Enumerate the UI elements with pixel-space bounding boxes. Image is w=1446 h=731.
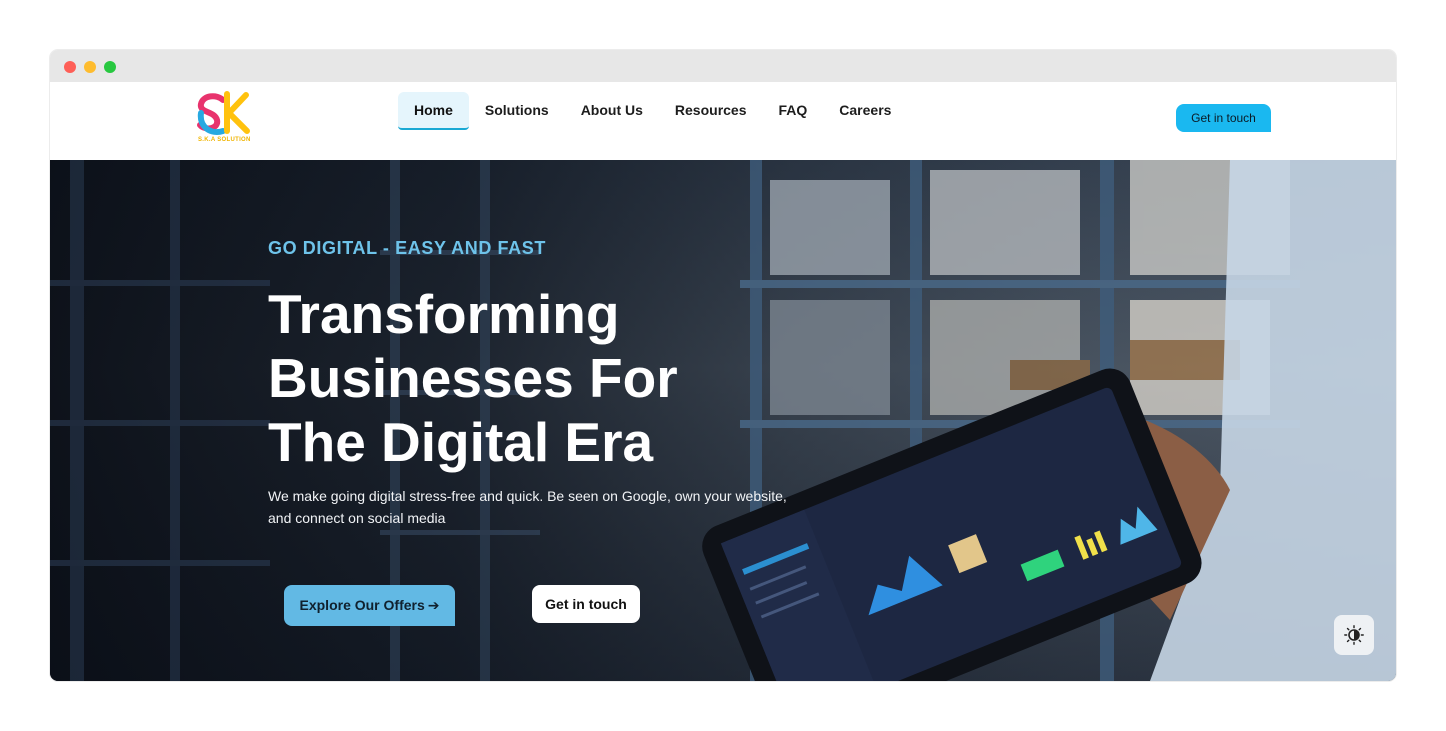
hero-subtext: We make going digital stress-free and qu… bbox=[268, 488, 787, 526]
nav-item-home[interactable]: Home bbox=[398, 92, 469, 130]
nav-item-solutions[interactable]: Solutions bbox=[469, 92, 565, 130]
get-in-touch-hero-button[interactable]: Get in touch bbox=[532, 585, 640, 623]
browser-window: S.K.A SOLUTION Home Solutions About Us R… bbox=[50, 50, 1396, 681]
nav-item-about-us[interactable]: About Us bbox=[565, 92, 659, 130]
maximize-window-dot[interactable] bbox=[104, 61, 116, 73]
hero-headline-line: The Digital Era bbox=[268, 411, 654, 473]
close-window-dot[interactable] bbox=[64, 61, 76, 73]
hero-headline: Transforming Businesses For The Digital … bbox=[268, 282, 788, 474]
site-navbar: S.K.A SOLUTION Home Solutions About Us R… bbox=[50, 82, 1396, 160]
nav-item-resources[interactable]: Resources bbox=[659, 92, 763, 130]
main-nav: Home Solutions About Us Resources FAQ Ca… bbox=[398, 92, 907, 130]
nav-item-faq[interactable]: FAQ bbox=[763, 92, 824, 130]
hero-section: GO DIGITAL - EASY AND FAST Transforming … bbox=[50, 160, 1396, 681]
nav-item-careers[interactable]: Careers bbox=[823, 92, 907, 130]
window-titlebar bbox=[50, 50, 1396, 82]
hero-headline-line: Transforming bbox=[268, 283, 620, 345]
explore-offers-label: Explore Our Offers bbox=[299, 597, 425, 613]
minimize-window-dot[interactable] bbox=[84, 61, 96, 73]
theme-toggle-button[interactable] bbox=[1334, 615, 1374, 655]
hero-eyebrow: GO DIGITAL - EASY AND FAST bbox=[268, 238, 546, 258]
contrast-icon bbox=[1344, 625, 1364, 645]
ska-logo-icon bbox=[197, 91, 250, 135]
hero-headline-line: Businesses For bbox=[268, 347, 678, 409]
get-in-touch-nav-button[interactable]: Get in touch bbox=[1176, 104, 1271, 132]
arrow-right-icon: ➔ bbox=[427, 597, 440, 613]
brand-logo-text: S.K.A SOLUTION bbox=[198, 137, 251, 143]
explore-offers-button[interactable]: Explore Our Offers ➔ bbox=[284, 585, 455, 626]
